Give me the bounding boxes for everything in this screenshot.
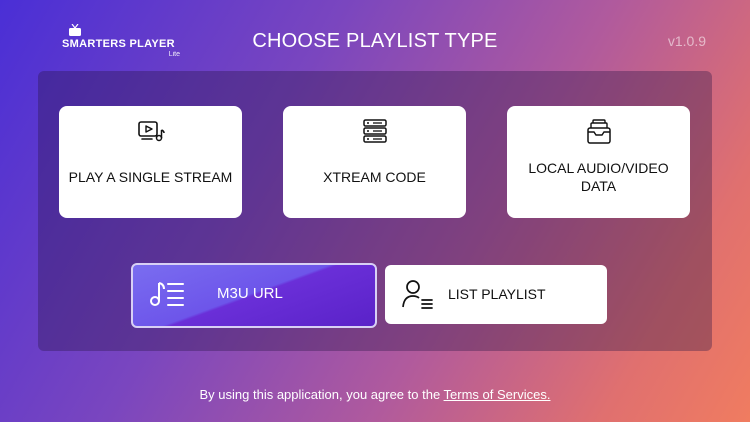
xtream-code-card[interactable]: XTREAM CODE: [283, 106, 466, 218]
page-title: CHOOSE PLAYLIST TYPE: [252, 30, 498, 52]
card-label: PLAY A SINGLE STREAM: [68, 169, 233, 185]
m3u-url-label: M3U URL: [217, 285, 283, 302]
m3u-url-button[interactable]: M3U URL: [131, 263, 377, 328]
video-play-icon: [137, 121, 165, 142]
user-list-icon: [402, 280, 433, 309]
server-stack-icon: [362, 119, 387, 143]
music-list-icon: [150, 282, 184, 306]
play-single-stream-card[interactable]: PLAY A SINGLE STREAM: [59, 106, 242, 218]
local-audio-video-card[interactable]: LOCAL AUDIO/VIDEO DATA: [507, 106, 690, 218]
playlist-type-panel: PLAY A SINGLE STREAM XTREAM CODE LOCAL A: [38, 71, 712, 351]
file-box-icon: [586, 119, 611, 144]
card-label: LOCAL AUDIO/VIDEO DATA: [528, 160, 669, 194]
terms-footer: By using this application, you agree to …: [0, 387, 750, 402]
list-playlist-label: LIST PLAYLIST: [448, 286, 546, 302]
card-label: XTREAM CODE: [323, 169, 426, 185]
terms-text: By using this application, you agree to …: [199, 387, 444, 402]
terms-of-services-link[interactable]: Terms of Services.: [444, 387, 551, 402]
list-playlist-button[interactable]: LIST PLAYLIST: [385, 265, 607, 324]
version-label: v1.0.9: [667, 33, 706, 49]
